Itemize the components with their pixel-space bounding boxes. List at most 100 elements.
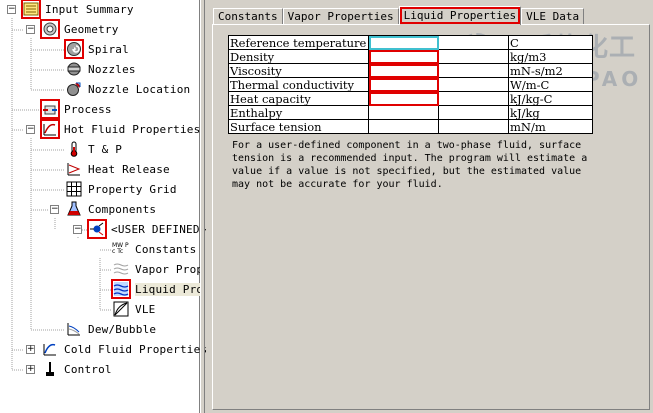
tree-label: <USER DEFINED> [111,222,207,236]
thermometer-icon [65,140,83,158]
table-row: Thermal conductivity W/m-C [228,77,593,92]
collapse-toggle-components[interactable]: − [50,205,59,214]
table-row: Enthalpy kJ/kg [228,105,593,120]
tree-item-liquid-pro[interactable]: Liquid Pro [111,279,204,299]
table-row: Surface tension mN/m [228,119,593,134]
property-name: Enthalpy [228,105,369,120]
property-value-cell[interactable] [438,105,509,120]
property-value-cell[interactable] [368,77,439,92]
user-defined-component-icon [87,219,107,239]
tree-item-hot-fluid-properties[interactable]: Hot Fluid Properties [40,119,201,139]
tree-label: Geometry [64,22,119,36]
tree-item-components[interactable]: Components [65,200,156,218]
table-row: Viscosity mN-s/m2 [228,63,593,78]
tree-item-constants[interactable]: MW Pc Tc Constants [112,240,196,258]
tree-item-input-summary[interactable]: Input Summary [21,0,134,19]
property-value-cell[interactable] [438,35,509,50]
property-value-cell[interactable] [368,105,439,120]
tree-item-vle[interactable]: VLE [112,300,155,318]
expand-toggle-cold-fluid[interactable]: + [26,345,35,354]
property-value-cell[interactable] [368,91,439,106]
tree-item-nozzles[interactable]: Nozzles [65,60,136,78]
tree-label: VLE [135,302,156,316]
property-name: Reference temperature [228,35,369,50]
process-icon [40,99,60,119]
property-value-cell[interactable] [368,119,439,134]
property-unit[interactable]: mN/m [508,119,593,134]
tree-label: Nozzle Location [88,82,191,96]
tree-label: Input Summary [45,2,134,16]
cold-fluid-icon [41,340,59,358]
tree-item-nozzle-location[interactable]: Nozzle Location [65,80,190,98]
property-value-cell[interactable] [438,119,509,134]
tree-label: Dew/Bubble [88,322,157,336]
nozzle-location-icon [65,80,83,98]
property-name: Heat capacity [228,91,369,106]
collapse-toggle-hot-fluid[interactable]: − [26,125,35,134]
property-unit[interactable]: W/m-C [508,77,593,92]
property-unit[interactable]: kJ/kg [508,105,593,120]
tab-liquid-properties[interactable]: Liquid Properties [398,6,522,25]
tree-label: Hot Fluid Properties [64,122,201,136]
property-unit[interactable]: C [508,35,593,50]
tree-item-user-defined[interactable]: <USER DEFINED> [87,219,207,239]
property-value-cell[interactable] [438,63,509,78]
tab-strip: Constants Vapor Properties Liquid Proper… [213,6,585,25]
tree-item-vapor-prop[interactable]: Vapor Prop [112,260,203,278]
liquid-icon [111,279,131,299]
liquid-properties-table: Reference temperature C Density kg/m3 Vi… [228,35,593,134]
tree-item-control[interactable]: Control [41,360,112,378]
control-icon [41,360,59,378]
geometry-icon [40,19,60,39]
collapse-toggle-root[interactable]: − [7,5,16,14]
tab-vle-data[interactable]: VLE Data [521,8,585,25]
tree-label: Cold Fluid Properties [64,342,208,356]
grid-icon [65,180,83,198]
vle-icon [112,300,130,318]
property-value-cell[interactable] [438,77,509,92]
property-value-cell[interactable] [368,35,439,50]
tree-item-dew-bubble[interactable]: Dew/Bubble [65,320,156,338]
surface-tension-note: For a user-defined component in a two-ph… [232,140,588,190]
heat-release-icon [65,160,83,178]
expand-toggle-control[interactable]: + [26,365,35,374]
table-row: Heat capacity kJ/kg-C [228,91,593,106]
collapse-toggle-geometry[interactable]: − [26,25,35,34]
tree-item-spiral[interactable]: Spiral [64,39,129,59]
tree-label: Control [64,362,112,376]
property-name: Thermal conductivity [228,77,369,92]
dew-bubble-icon [65,320,83,338]
property-name: Viscosity [228,63,369,78]
liquid-properties-panel: 马后炮化工 HOUPAO Reference temperature C Den… [212,24,650,410]
components-icon [65,200,83,218]
tree-label: Process [64,102,112,116]
tree-item-t-and-p[interactable]: T & P [65,140,122,158]
input-summary-icon [21,0,41,19]
tab-vapor-properties[interactable]: Vapor Properties [282,8,399,25]
property-name: Surface tension [228,119,369,134]
property-unit[interactable]: kJ/kg-C [508,91,593,106]
tree-label: Liquid Pro [135,282,204,296]
property-value-cell[interactable] [438,49,509,64]
tree-item-cold-fluid-properties[interactable]: Cold Fluid Properties [41,340,207,358]
property-value-cell[interactable] [368,49,439,64]
tree-label: Heat Release [88,162,170,176]
hot-fluid-icon [40,119,60,139]
collapse-toggle-user-defined[interactable]: − [73,225,82,234]
tree-label: Nozzles [88,62,136,76]
spiral-icon [64,39,84,59]
property-unit[interactable]: kg/m3 [508,49,593,64]
property-unit[interactable]: mN-s/m2 [508,63,593,78]
tree-item-geometry[interactable]: Geometry [40,19,119,39]
navigation-tree: − − − − − + + Input Summary Geometry Spi… [0,0,207,413]
property-value-cell[interactable] [368,63,439,78]
tree-item-property-grid[interactable]: Property Grid [65,180,177,198]
tab-constants[interactable]: Constants [213,8,283,25]
nozzles-icon [65,60,83,78]
tree-item-heat-release[interactable]: Heat Release [65,160,170,178]
property-value-cell[interactable] [438,91,509,106]
tree-label: Spiral [88,42,129,56]
tree-item-process[interactable]: Process [40,99,112,119]
tree-label: Vapor Prop [135,262,204,276]
table-row: Density kg/m3 [228,49,593,64]
